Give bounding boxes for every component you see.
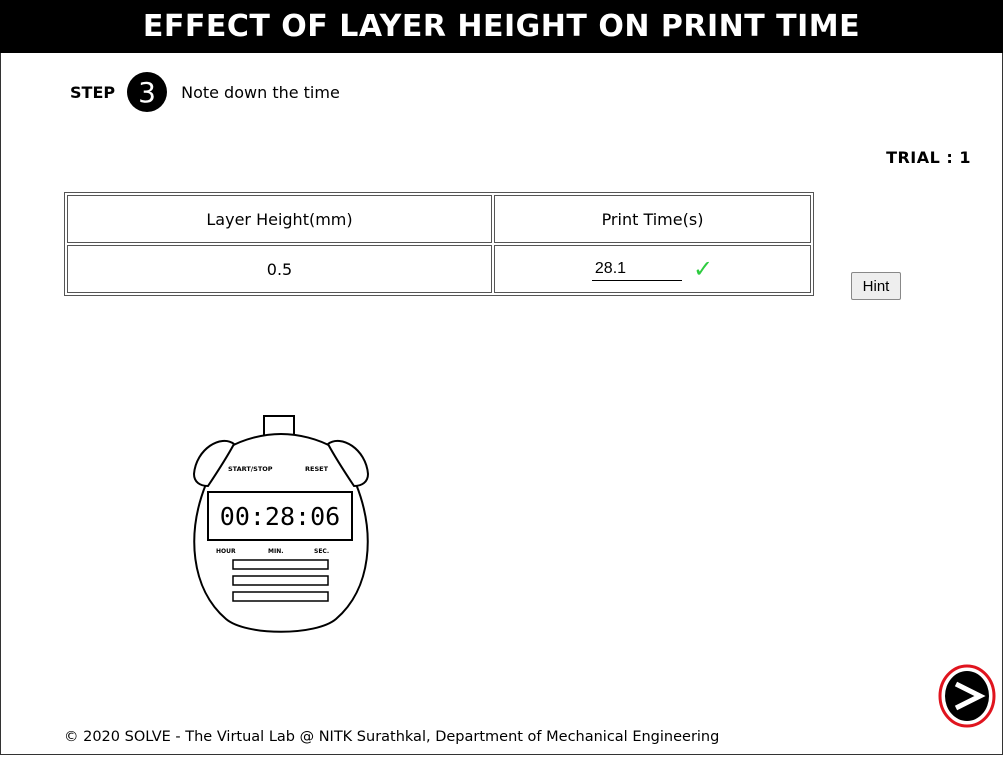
stopwatch-line [232, 559, 329, 570]
page-frame [0, 0, 1003, 755]
step-number-badge: 3 [127, 72, 168, 112]
sec-label: SEC. [314, 548, 329, 555]
footer-copyright: © 2020 SOLVE - The Virtual Lab @ NITK Su… [64, 729, 720, 745]
stopwatch-time: 00:28:06 [220, 502, 340, 531]
stopwatch-line [232, 591, 329, 602]
cell-print-time: ✓ [494, 245, 811, 293]
cell-layer-height: 0.5 [67, 245, 492, 293]
hint-button[interactable]: Hint [851, 272, 901, 300]
next-arrow-icon[interactable] [938, 664, 996, 728]
results-table: Layer Height(mm) Print Time(s) 0.5 ✓ [64, 192, 814, 296]
column-header-layer-height: Layer Height(mm) [67, 195, 492, 243]
column-header-print-time: Print Time(s) [494, 195, 811, 243]
min-label: MIN. [268, 548, 284, 555]
start-stop-label: START/STOP [228, 465, 273, 473]
step-label: STEP [70, 82, 116, 102]
stopwatch-image: START/STOP RESET 00:28:06 HOUR MIN. SEC. [192, 415, 370, 633]
step-indicator: STEP 3 Note down the time [70, 72, 340, 112]
print-time-input[interactable] [591, 257, 682, 281]
table-row: 0.5 ✓ [67, 245, 811, 293]
page-title-text: EFFECT OF LAYER HEIGHT ON PRINT TIME [142, 9, 861, 44]
check-icon: ✓ [692, 255, 714, 283]
hour-label: HOUR [216, 548, 236, 555]
table-header-row: Layer Height(mm) Print Time(s) [67, 195, 811, 243]
trial-counter: TRIAL : 1 [886, 148, 971, 167]
reset-label: RESET [305, 465, 329, 473]
page-title: EFFECT OF LAYER HEIGHT ON PRINT TIME [0, 0, 1003, 53]
step-instruction: Note down the time [181, 82, 340, 102]
stopwatch-line [232, 575, 329, 586]
